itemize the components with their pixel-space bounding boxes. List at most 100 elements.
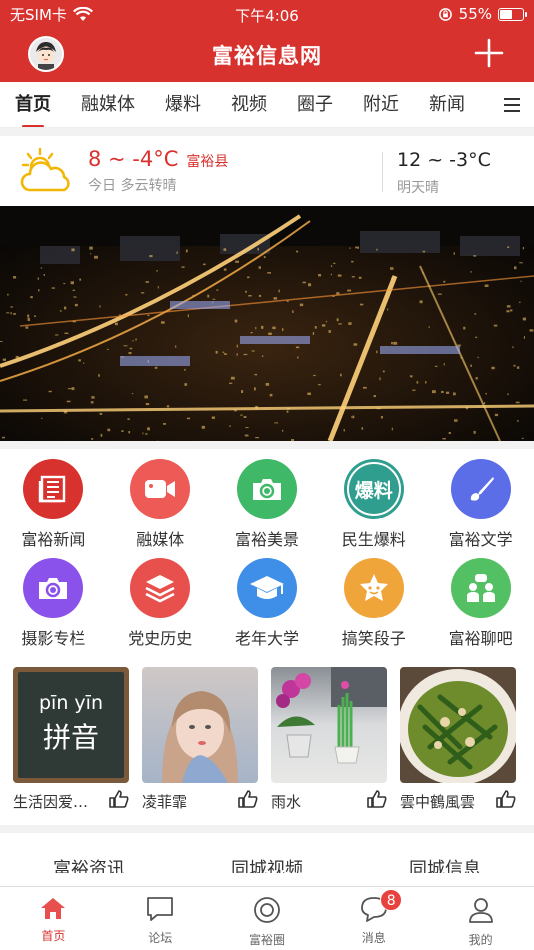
grid-item-label: 民生爆料 <box>341 530 406 549</box>
thumb-author: 雨水 <box>271 792 302 811</box>
bottom-navigation: 首页 论坛 富裕圈 8 消息 我的 <box>0 886 534 950</box>
grid-item[interactable]: 富裕新闻 <box>0 459 107 550</box>
baoliao-icon-text: 爆料 <box>346 462 401 516</box>
grid-item-label: 老年大学 <box>234 629 299 648</box>
baoliao-text-icon: 爆料 <box>343 459 404 519</box>
rotation-lock-icon <box>438 7 452 21</box>
nav-user[interactable]: 我的 <box>427 887 534 950</box>
partly-cloudy-icon <box>20 147 70 192</box>
tab-5[interactable]: 附近 <box>348 82 414 127</box>
smile-star-icon <box>343 558 404 618</box>
top-bar: 无SIM卡 下午4:06 55% 富裕信息网 <box>0 0 534 82</box>
user-icon <box>467 896 495 928</box>
banner-image-city-night[interactable] <box>0 206 534 441</box>
grid-item-label: 党史历史 <box>128 629 193 648</box>
graduation-cap-icon <box>236 558 297 618</box>
grid-item[interactable]: 爆料 民生爆料 <box>320 459 427 550</box>
feature-grid: 富裕新闻 融媒体 富裕美景 爆料 民生爆料 富裕文学 摄影专栏 党史历史 老年大学 搞笑段子 富裕聊… <box>0 449 534 649</box>
plus-icon[interactable] <box>474 38 504 68</box>
like-icon[interactable] <box>238 790 258 812</box>
battery-icon <box>498 7 527 21</box>
carrier-text: 无SIM卡 <box>10 5 67 24</box>
grid-item[interactable]: 融媒体 <box>107 459 214 550</box>
grid-item[interactable]: 富裕美景 <box>214 459 321 550</box>
grid-item-label: 富裕新闻 <box>21 530 86 549</box>
home-icon <box>40 896 66 924</box>
grid-item[interactable]: 富裕聊吧 <box>427 558 534 649</box>
nav-home[interactable]: 首页 <box>0 887 107 950</box>
nav-label: 富裕圈 <box>248 933 285 947</box>
thumb-author: 凌菲霏 <box>142 792 188 811</box>
nav-label: 我的 <box>468 933 493 947</box>
video-camera-icon <box>130 459 191 519</box>
divider <box>0 441 534 449</box>
forum-icon <box>146 896 174 926</box>
channel-tabs: 首页 融媒体 爆料 视频 圈子 附近 新闻 <box>0 82 534 128</box>
tomorrow-temperature: 12 ~ -3°C <box>397 149 491 171</box>
chat-people-icon <box>450 558 511 618</box>
app-header: 富裕信息网 <box>0 28 534 82</box>
nav-message[interactable]: 8 消息 <box>320 887 427 950</box>
grid-item-label: 搞笑段子 <box>341 629 406 648</box>
avatar-icon[interactable] <box>28 36 64 72</box>
nav-label: 论坛 <box>148 931 173 945</box>
like-icon[interactable] <box>496 790 516 812</box>
like-icon[interactable] <box>367 790 387 812</box>
section-tab-2[interactable]: 同城信息 <box>409 855 481 873</box>
camera-icon <box>236 459 297 519</box>
food-dish-photo <box>400 667 516 783</box>
unread-badge: 8 <box>380 889 403 911</box>
weather-divider <box>382 152 383 192</box>
thumb-card[interactable]: 雲中鶴風雲 <box>400 667 516 819</box>
divider <box>0 128 534 136</box>
newspaper-icon <box>23 459 84 519</box>
today-temperature: 8 ~ -4°C <box>88 147 179 171</box>
grid-item[interactable]: 老年大学 <box>214 558 321 649</box>
tab-6[interactable]: 新闻 <box>414 82 480 127</box>
thumb-card[interactable]: pīn yīn 拼音 生活因爱… <box>13 667 129 819</box>
pinyin-chalkboard-image: pīn yīn 拼音 <box>13 667 129 783</box>
pinyin-text: pīn yīn <box>39 692 103 714</box>
grid-item-label: 富裕文学 <box>448 530 513 549</box>
battery-percent: 55% <box>458 5 492 23</box>
thumb-card[interactable]: 雨水 <box>271 667 387 819</box>
grid-item[interactable]: 摄影专栏 <box>0 558 107 649</box>
grid-item-label: 融媒体 <box>136 530 185 549</box>
tab-4[interactable]: 圈子 <box>282 82 348 127</box>
nav-label: 首页 <box>41 929 66 943</box>
wifi-icon <box>72 6 93 21</box>
pinyin-hanzi-text: 拼音 <box>42 721 99 754</box>
nav-forum[interactable]: 论坛 <box>107 887 214 950</box>
app-title: 富裕信息网 <box>212 44 322 68</box>
portrait-photo <box>142 667 258 783</box>
grid-item[interactable]: 党史历史 <box>107 558 214 649</box>
menu-icon[interactable] <box>490 82 534 127</box>
grid-item-label: 富裕美景 <box>234 530 299 549</box>
tab-1[interactable]: 融媒体 <box>66 82 150 127</box>
thumb-author: 生活因爱… <box>13 792 89 811</box>
grid-item[interactable]: 搞笑段子 <box>320 558 427 649</box>
section-tabs: 富裕资讯 同城视频 同城信息 <box>0 833 534 873</box>
section-tab-1[interactable]: 同城视频 <box>231 855 303 873</box>
brush-icon <box>450 459 511 519</box>
flower-pot-photo <box>271 667 387 783</box>
weather-card[interactable]: 8 ~ -4°C 富裕县 今日 多云转晴 12 ~ -3°C 明天晴 <box>0 136 534 206</box>
layers-icon <box>130 558 191 618</box>
section-tab-0[interactable]: 富裕资讯 <box>53 855 125 873</box>
tomorrow-description: 明天晴 <box>397 180 439 196</box>
tab-2[interactable]: 爆料 <box>150 82 216 127</box>
tab-3[interactable]: 视频 <box>216 82 282 127</box>
grid-item-label: 摄影专栏 <box>21 629 86 648</box>
city-name: 富裕县 <box>186 154 229 170</box>
thumb-card[interactable]: 凌菲霏 <box>142 667 258 819</box>
grid-item[interactable]: 富裕文学 <box>427 459 534 550</box>
circle-icon <box>253 896 281 928</box>
like-icon[interactable] <box>109 790 129 812</box>
tab-0[interactable]: 首页 <box>0 82 66 127</box>
status-bar: 无SIM卡 下午4:06 55% <box>0 0 534 28</box>
camera-icon <box>23 558 84 618</box>
divider <box>0 825 534 833</box>
thumb-author: 雲中鶴風雲 <box>400 792 476 811</box>
nav-circle[interactable]: 富裕圈 <box>214 887 321 950</box>
grid-item-label: 富裕聊吧 <box>448 629 513 648</box>
